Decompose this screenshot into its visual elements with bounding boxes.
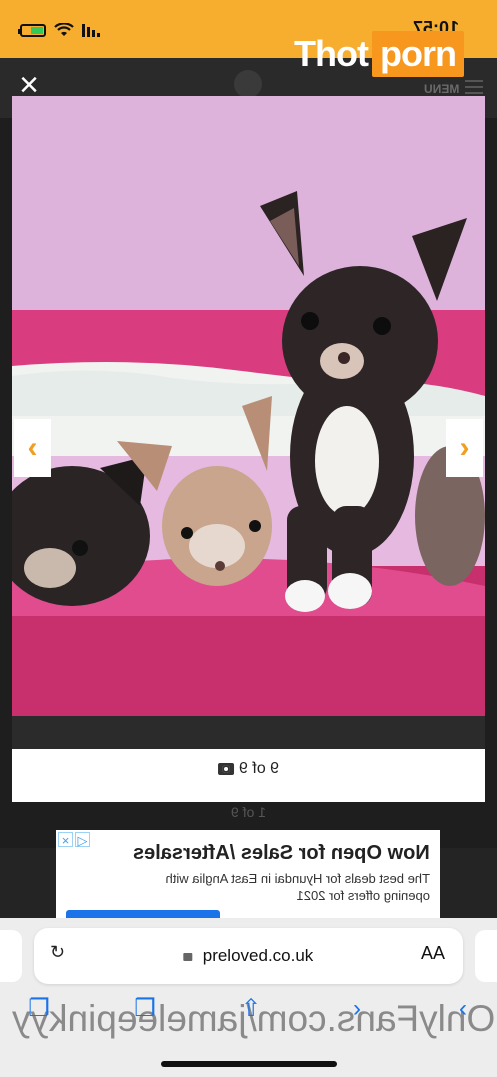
ad-title[interactable]: Now Open for Sales /Aftersales xyxy=(133,842,430,865)
share-icon[interactable]: ⇧ xyxy=(238,996,264,1022)
background-photo-counter-text: 1 of 9 xyxy=(230,804,267,820)
status-icons xyxy=(18,20,100,40)
puppy-photo-illustration xyxy=(12,96,485,749)
battery-icon xyxy=(18,23,46,37)
background-logo-icon xyxy=(234,70,262,98)
photo-counter-text: 9 of 9 xyxy=(238,760,280,777)
lock-icon xyxy=(183,953,193,961)
photo-lightbox: ‹ › 9 of 9 xyxy=(12,96,485,802)
ad-close-icon[interactable]: × xyxy=(58,832,73,848)
signal-icon xyxy=(82,23,100,37)
home-indicator[interactable] xyxy=(161,1061,337,1067)
ad-body: The best deals for Hyundai in East Angli… xyxy=(165,871,430,903)
background-menu-label: MENU xyxy=(423,82,459,96)
url-display[interactable]: preloved.co.uk xyxy=(34,946,463,966)
next-photo-button[interactable]: › xyxy=(446,419,483,477)
advertisement[interactable]: × ▷ Now Open for Sales /Aftersales The b… xyxy=(56,830,440,920)
previous-tab-preview[interactable] xyxy=(0,930,22,982)
browser-chrome: ↻ preloved.co.uk AA OnlyFans.com/jamelee… xyxy=(0,918,497,1077)
puppy-photo: ‹ › xyxy=(12,96,485,749)
watermark-logo: Thot porn xyxy=(294,30,464,78)
ad-badges: × ▷ xyxy=(58,832,90,848)
wifi-icon xyxy=(54,23,74,36)
camera-icon xyxy=(217,763,234,775)
url-text: preloved.co.uk xyxy=(203,946,314,965)
previous-photo-button[interactable]: ‹ xyxy=(14,419,51,477)
next-tab-preview[interactable] xyxy=(475,930,497,982)
adchoices-icon[interactable]: ▷ xyxy=(75,832,90,848)
background-photo-counter: 1 of 9 xyxy=(0,804,497,820)
watermark-text-1: Thot xyxy=(294,33,369,74)
watermark-text-2: porn xyxy=(372,31,464,77)
hamburger-icon xyxy=(465,80,483,94)
address-bar[interactable]: ↻ preloved.co.uk AA xyxy=(34,928,463,984)
text-size-button[interactable]: AA xyxy=(421,943,445,964)
tabs-icon[interactable]: ❐ xyxy=(26,996,52,1022)
bookmarks-icon[interactable]: ❒ xyxy=(132,996,158,1022)
forward-icon[interactable]: › xyxy=(344,996,370,1022)
photo-counter: 9 of 9 xyxy=(12,760,485,778)
back-icon[interactable]: ‹ xyxy=(450,996,476,1022)
